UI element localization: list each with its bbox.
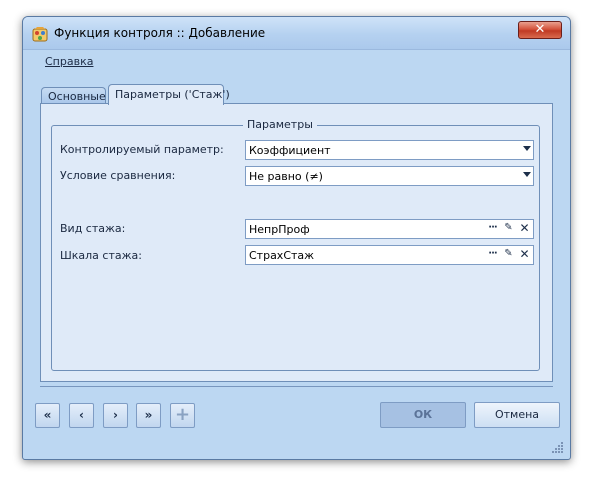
experience-scale-label: Шкала стажа: (60, 249, 142, 262)
chevron-right-icon: › (113, 408, 118, 422)
comparison-condition-select[interactable]: Не равно (≠) (245, 166, 534, 186)
last-record-button[interactable]: » (136, 403, 161, 428)
close-button[interactable]: ✕ (518, 21, 562, 39)
menu-bar: Справка (23, 50, 570, 72)
chevron-left-icon: ‹ (79, 408, 84, 422)
tab-panel-parameters: Параметры Контролируемый параметр: Коэфф… (40, 103, 553, 382)
app-icon (32, 27, 48, 42)
chevron-down-icon[interactable] (523, 146, 531, 151)
ellipsis-icon[interactable]: ··· (485, 221, 500, 237)
previous-record-button[interactable]: ‹ (69, 403, 94, 428)
title-bar[interactable]: Функция контроля :: Добавление ✕ (23, 17, 570, 50)
close-icon: ✕ (534, 22, 546, 37)
chevron-down-icon[interactable] (523, 172, 531, 177)
controlled-parameter-select[interactable]: Коэффициент (245, 140, 534, 160)
add-record-button[interactable]: + (170, 403, 195, 428)
tab-parameters-label: Параметры ('Стаж') (115, 88, 230, 101)
menu-help[interactable]: Справка (45, 55, 93, 68)
group-title: Параметры (243, 118, 317, 131)
ellipsis-icon[interactable]: ··· (485, 247, 500, 263)
pencil-icon[interactable]: ✎ (501, 221, 516, 237)
comparison-condition-label: Условие сравнения: (60, 169, 176, 182)
bottom-separator (40, 386, 553, 387)
experience-scale-picker[interactable]: СтрахСтаж ··· ✎ ✕ (245, 245, 534, 265)
first-record-button[interactable]: « (35, 403, 60, 428)
experience-type-picker[interactable]: НепрПроф ··· ✎ ✕ (245, 219, 534, 239)
tab-main-label: Основные (48, 90, 106, 103)
dialog-window: Функция контроля :: Добавление ✕ Справка… (22, 16, 571, 460)
tab-main[interactable]: Основные (41, 87, 106, 104)
parameters-group: Параметры Контролируемый параметр: Коэфф… (51, 118, 540, 371)
close-icon[interactable]: ✕ (517, 221, 532, 237)
comparison-condition-value: Не равно (≠) (249, 170, 323, 183)
controlled-parameter-value: Коэффициент (249, 144, 331, 157)
tab-parameters[interactable]: Параметры ('Стаж') (108, 84, 230, 105)
menu-help-label: Справка (45, 55, 94, 68)
double-chevron-right-icon: » (144, 408, 153, 422)
cancel-button[interactable]: Отмена (474, 402, 560, 428)
experience-type-value: НепрПроф (249, 223, 310, 236)
ok-button[interactable]: ОК (380, 402, 466, 428)
window-title: Функция контроля :: Добавление (54, 26, 266, 40)
next-record-button[interactable]: › (103, 403, 128, 428)
experience-scale-value: СтрахСтаж (249, 249, 315, 262)
controlled-parameter-label: Контролируемый параметр: (60, 143, 224, 156)
experience-type-label: Вид стажа: (60, 222, 126, 235)
pencil-icon[interactable]: ✎ (501, 247, 516, 263)
resize-grip-icon[interactable] (552, 441, 564, 453)
double-chevron-left-icon: « (43, 408, 52, 422)
close-icon[interactable]: ✕ (517, 247, 532, 263)
plus-icon: + (174, 404, 191, 425)
